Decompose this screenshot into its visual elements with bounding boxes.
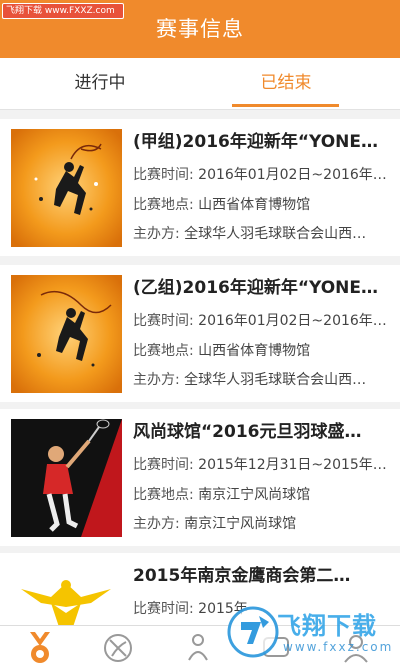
event-place-value: 南京江宁风尚球馆 bbox=[198, 487, 311, 503]
event-title: (甲组)2016年迎新年“YONE… bbox=[133, 132, 379, 152]
tab-ended[interactable]: 已结束 bbox=[186, 58, 386, 110]
event-place-value: 山西省体育博物馆 bbox=[198, 197, 311, 213]
event-organizer-value: 南京江宁风尚球馆 bbox=[184, 516, 297, 532]
event-thumbnail bbox=[11, 419, 122, 537]
event-time-value: 2016年01月02日~2016年… bbox=[198, 167, 387, 183]
event-card[interactable]: (乙组)2016年迎新年“YONE… 比赛时间: 2016年01月02日~201… bbox=[0, 265, 400, 402]
players-icon[interactable] bbox=[178, 630, 218, 666]
profile-icon[interactable] bbox=[336, 630, 376, 666]
event-time-value: 2016年01月02日~2016年… bbox=[198, 313, 387, 329]
event-organizer-label: 主办方: bbox=[133, 372, 180, 388]
event-place: 比赛地点: 南京江宁风尚球馆 bbox=[133, 485, 395, 505]
tab-ongoing[interactable]: 进行中 bbox=[0, 58, 200, 110]
event-time: 比赛时间: 2016年01月02日~2016年… bbox=[133, 165, 395, 185]
event-title: 风尚球馆“2016元旦羽球盛… bbox=[133, 422, 362, 442]
event-time-label: 比赛时间: bbox=[133, 313, 194, 329]
bottom-nav bbox=[0, 625, 400, 667]
event-organizer: 主办方: 南京江宁风尚球馆 bbox=[133, 514, 395, 534]
event-place-value: 山西省体育博物馆 bbox=[198, 343, 311, 359]
event-organizer-label: 主办方: bbox=[133, 516, 180, 532]
event-time: 比赛时间: 2016年01月02日~2016年… bbox=[133, 311, 395, 331]
event-organizer-label: 主办方: bbox=[133, 226, 180, 242]
event-time-value: 2015年12月31日~2015年… bbox=[198, 457, 387, 473]
top-bar: 赛事信息 飞翔下载 www.FXXZ.com bbox=[0, 0, 400, 58]
event-thumbnail bbox=[11, 563, 122, 625]
event-card[interactable]: 2015年南京金鹰商会第二… 比赛时间: 2015年 bbox=[0, 553, 400, 625]
event-title: (乙组)2016年迎新年“YONE… bbox=[133, 278, 379, 298]
event-organizer: 主办方: 全球华人羽毛球联合会山西… bbox=[133, 370, 395, 390]
event-time: 比赛时间: 2015年 bbox=[133, 599, 395, 619]
event-place: 比赛地点: 山西省体育博物馆 bbox=[133, 341, 395, 361]
event-time: 比赛时间: 2015年12月31日~2015年… bbox=[133, 455, 395, 475]
event-time-label: 比赛时间: bbox=[133, 167, 194, 183]
event-time-label: 比赛时间: bbox=[133, 457, 194, 473]
event-time-label: 比赛时间: bbox=[133, 601, 194, 617]
event-card[interactable]: (甲组)2016年迎新年“YONE… 比赛时间: 2016年01月02日~201… bbox=[0, 119, 400, 256]
app: 赛事信息 飞翔下载 www.FXXZ.com 进行中 已结束 (甲组)2016年… bbox=[0, 0, 400, 667]
event-organizer: 主办方: 全球华人羽毛球联合会山西… bbox=[133, 224, 395, 244]
event-place-label: 比赛地点: bbox=[133, 343, 194, 359]
event-time-value: 2015年 bbox=[198, 601, 248, 617]
tab-bar: 进行中 已结束 bbox=[0, 58, 400, 110]
event-place-label: 比赛地点: bbox=[133, 197, 194, 213]
event-thumbnail bbox=[11, 275, 122, 393]
event-thumbnail bbox=[11, 129, 122, 247]
event-card[interactable]: 风尚球馆“2016元旦羽球盛… 比赛时间: 2015年12月31日~2015年…… bbox=[0, 409, 400, 546]
chat-icon[interactable] bbox=[256, 630, 296, 666]
active-tab-indicator bbox=[232, 104, 339, 107]
event-organizer-value: 全球华人羽毛球联合会山西… bbox=[184, 226, 367, 242]
medal-icon[interactable] bbox=[20, 630, 60, 666]
event-list[interactable]: (甲组)2016年迎新年“YONE… 比赛时间: 2016年01月02日~201… bbox=[0, 113, 400, 625]
event-title: 2015年南京金鹰商会第二… bbox=[133, 566, 351, 586]
event-organizer-value: 全球华人羽毛球联合会山西… bbox=[184, 372, 367, 388]
event-place-label: 比赛地点: bbox=[133, 487, 194, 503]
badminton-ball-icon[interactable] bbox=[98, 630, 138, 666]
event-place: 比赛地点: 山西省体育博物馆 bbox=[133, 195, 395, 215]
watermark-badge: 飞翔下载 www.FXXZ.com bbox=[2, 3, 124, 19]
